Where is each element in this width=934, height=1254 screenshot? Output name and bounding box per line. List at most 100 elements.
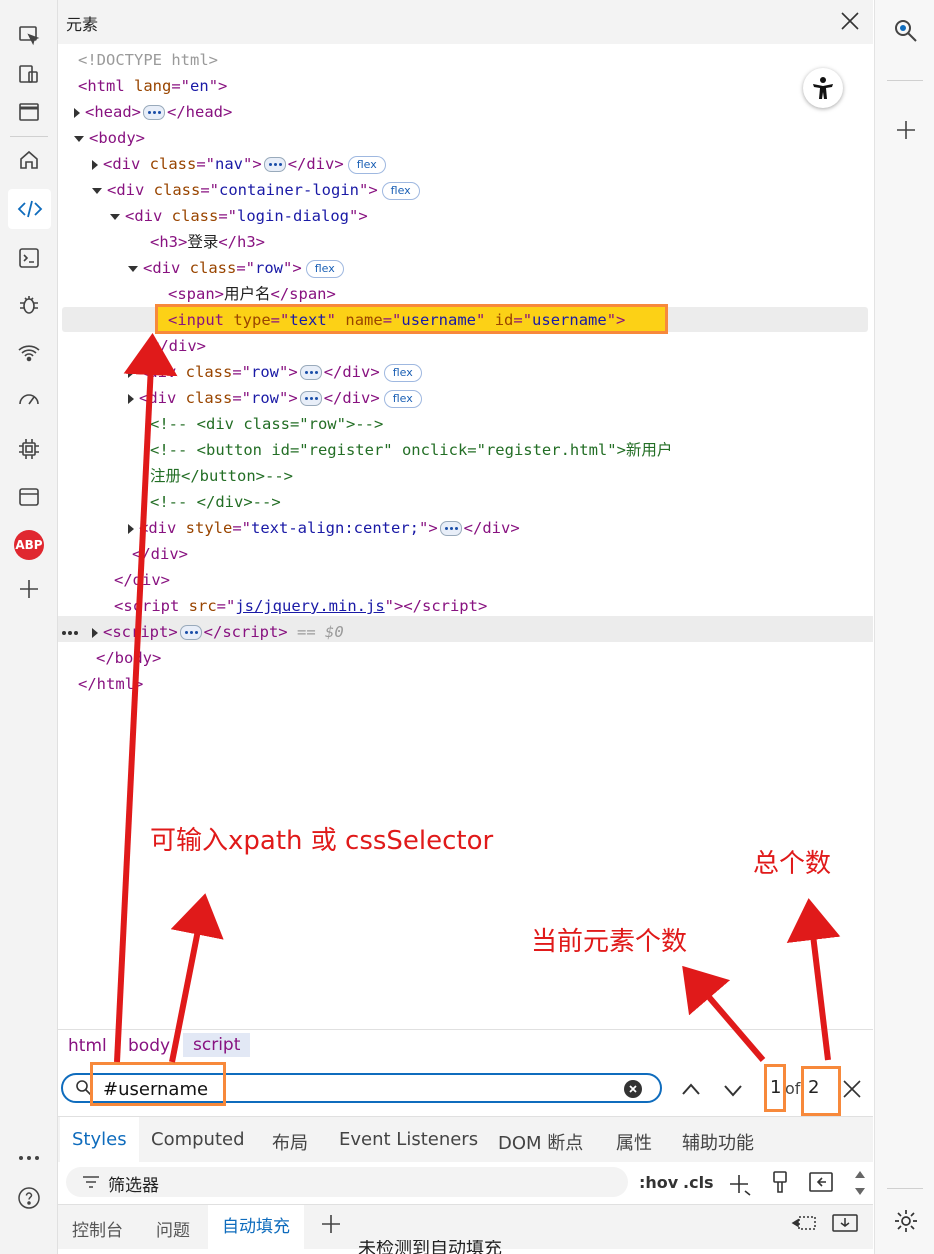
expand-arrow-icon[interactable] xyxy=(92,187,102,194)
undock-drawer-icon[interactable] xyxy=(831,1212,859,1234)
divider xyxy=(887,1188,923,1189)
dom-node-line[interactable]: </div> xyxy=(114,568,170,592)
tab-properties[interactable]: 属性 xyxy=(616,1129,652,1155)
dom-node-line[interactable]: </div> xyxy=(132,542,188,566)
expand-arrow-icon[interactable] xyxy=(74,107,80,118)
expand-arrow-icon[interactable] xyxy=(128,523,134,534)
match-of-label: of xyxy=(785,1079,801,1098)
device-emulation-icon[interactable] xyxy=(13,58,45,90)
filter-input[interactable]: 筛选器 xyxy=(66,1167,628,1197)
adblock-plus-icon[interactable]: ABP xyxy=(13,529,45,561)
paint-brush-icon[interactable] xyxy=(770,1170,790,1194)
dom-node-line[interactable]: <div class="nav"> </div> flex xyxy=(92,152,386,176)
close-icon[interactable] xyxy=(837,8,863,34)
dom-node-line[interactable]: <head> </head> xyxy=(74,100,232,124)
tab-event-listeners[interactable]: Event Listeners xyxy=(339,1129,478,1150)
tab-accessibility[interactable]: 辅助功能 xyxy=(682,1129,754,1155)
divider xyxy=(10,136,48,137)
gear-icon[interactable] xyxy=(893,1208,919,1234)
tab-styles[interactable]: Styles xyxy=(60,1117,139,1163)
dom-node-line[interactable]: <script> </script> == $0 xyxy=(92,620,344,644)
more-tools-plus-icon[interactable] xyxy=(13,573,45,605)
previous-match-icon[interactable] xyxy=(680,1079,702,1099)
elements-panel: 元素 <!DOCTYPE html> <html lang="en"> <head>… xyxy=(58,0,873,1254)
dom-node-line[interactable]: <!-- <button id="register" onclick="regi… xyxy=(150,438,672,462)
dom-node-line[interactable]: </div> xyxy=(150,334,206,358)
close-search-icon[interactable] xyxy=(841,1078,863,1100)
help-icon[interactable] xyxy=(13,1182,45,1214)
dom-node-line[interactable]: <h3>登录</h3> xyxy=(150,230,265,254)
expand-arrow-icon[interactable] xyxy=(110,213,120,220)
dom-node-line[interactable]: <div class="row"> </div> flex xyxy=(128,360,422,384)
more-icon[interactable] xyxy=(13,1142,45,1174)
tab-layout[interactable]: 布局 xyxy=(272,1129,308,1155)
network-icon[interactable] xyxy=(13,337,45,369)
add-tab-icon[interactable] xyxy=(320,1213,342,1235)
tab-issues[interactable]: 问题 xyxy=(156,1216,190,1241)
dom-node-line[interactable]: </body> xyxy=(96,646,161,670)
add-icon[interactable] xyxy=(895,119,917,141)
console-icon[interactable] xyxy=(13,242,45,274)
divider xyxy=(887,80,923,81)
dom-node-line[interactable]: <!-- <div class="row">--> xyxy=(150,412,383,436)
clear-search-icon[interactable] xyxy=(624,1080,642,1098)
expand-arrow-icon[interactable] xyxy=(92,159,98,170)
dom-node-line[interactable]: <div class="row"> flex xyxy=(128,256,344,280)
tab-dom-breakpoints[interactable]: DOM 断点 xyxy=(498,1129,583,1155)
tab-computed[interactable]: Computed xyxy=(151,1129,245,1150)
scroll-arrows-icon[interactable] xyxy=(853,1168,867,1198)
dom-node-line[interactable]: 注册</button>--> xyxy=(150,464,293,488)
next-match-icon[interactable] xyxy=(722,1081,744,1101)
welcome-icon[interactable] xyxy=(13,96,45,128)
autofill-status-text: 未检测到自动填充 xyxy=(358,1240,502,1254)
application-icon[interactable] xyxy=(13,481,45,513)
panel-titlebar: 元素 xyxy=(58,0,873,44)
filter-icon xyxy=(83,1176,99,1188)
home-icon[interactable] xyxy=(13,144,45,176)
hover-state-button[interactable]: :hov xyxy=(639,1173,678,1192)
dom-tree: <!DOCTYPE html> <html lang="en"> <head> </h… xyxy=(58,48,873,728)
tab-autofill[interactable]: 自动填充 xyxy=(208,1205,304,1249)
dom-node-line[interactable]: <script src="js/jquery.min.js"></script> xyxy=(114,594,487,618)
dom-node-line[interactable]: </html> xyxy=(78,672,143,696)
dom-node-line[interactable]: <div class="container-login"> flex xyxy=(92,178,420,202)
inspect-icon[interactable] xyxy=(13,20,45,52)
dom-node-line[interactable]: <body> xyxy=(74,126,145,150)
dom-node-line[interactable]: <div class="row"> </div> flex xyxy=(128,386,422,410)
dock-icon[interactable] xyxy=(791,1212,819,1234)
toggle-sidebar-icon[interactable] xyxy=(808,1171,834,1193)
dom-node-line[interactable]: <input type="text" name="username" id="u… xyxy=(168,308,625,332)
dom-node-line[interactable]: <!-- </div>--> xyxy=(150,490,281,514)
accessibility-icon[interactable] xyxy=(803,68,843,108)
expand-arrow-icon[interactable] xyxy=(74,135,84,142)
annotation-current-index: 当前元素个数 xyxy=(531,927,688,957)
elements-icon[interactable] xyxy=(8,189,51,229)
styles-tabbar: Styles Computed 布局 Event Listeners DOM 断… xyxy=(58,1116,873,1163)
panel-title: 元素 xyxy=(66,15,99,34)
breadcrumb-script[interactable]: script xyxy=(183,1033,251,1057)
dom-node-line[interactable]: <span>用户名</span> xyxy=(168,282,336,306)
tab-console[interactable]: 控制台 xyxy=(72,1216,123,1241)
expand-arrow-icon[interactable] xyxy=(128,393,134,404)
right-sidebar xyxy=(874,0,934,1254)
dom-node-line[interactable]: <html lang="en"> xyxy=(78,74,227,98)
breadcrumb-html[interactable]: html xyxy=(68,1036,107,1056)
dom-node-line[interactable]: <div class="login-dialog"> xyxy=(110,204,368,228)
filter-placeholder: 筛选器 xyxy=(108,1176,159,1196)
breadcrumb-body[interactable]: body xyxy=(128,1036,170,1056)
expand-arrow-icon[interactable] xyxy=(128,265,138,272)
selected-node-menu-icon[interactable] xyxy=(62,622,78,635)
memory-icon[interactable] xyxy=(13,433,45,465)
class-button[interactable]: .cls xyxy=(683,1173,714,1192)
performance-icon[interactable] xyxy=(13,384,45,416)
expand-arrow-icon[interactable] xyxy=(128,367,134,378)
breadcrumb: html body script xyxy=(58,1029,873,1064)
total-count-highlight xyxy=(801,1066,841,1116)
expand-arrow-icon[interactable] xyxy=(92,627,98,638)
new-rule-icon[interactable] xyxy=(729,1173,753,1197)
dom-node-line[interactable]: <!DOCTYPE html> xyxy=(78,48,218,72)
dom-node-line[interactable]: <div style="text-align:center;"> </div> xyxy=(128,516,520,540)
bug-icon[interactable] xyxy=(13,289,45,321)
search-icon[interactable] xyxy=(893,18,919,44)
annotation-input-hint: 可输入xpath 或 cssSelector xyxy=(150,826,494,856)
